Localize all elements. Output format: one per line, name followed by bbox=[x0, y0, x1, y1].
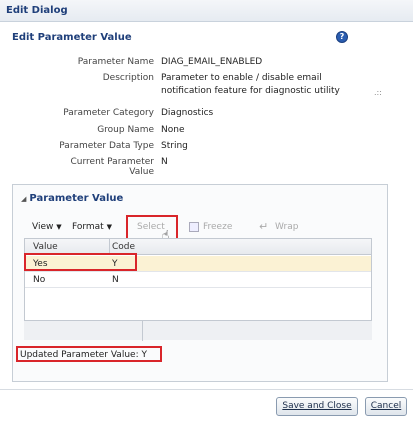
collapse-triangle-icon[interactable]: ◢ bbox=[21, 195, 26, 203]
table-footer bbox=[24, 320, 372, 341]
view-menu[interactable]: View ▼ bbox=[32, 222, 62, 232]
value-description: Parameter to enable / disable email noti… bbox=[161, 73, 340, 96]
resize-grip-icon[interactable]: .:: bbox=[374, 88, 382, 97]
wrap-icon: ↵ bbox=[259, 220, 269, 233]
format-menu-label: Format bbox=[72, 222, 104, 232]
label-parameter-category: Parameter Category bbox=[63, 108, 154, 118]
format-menu[interactable]: Format ▼ bbox=[72, 222, 112, 232]
cell-value: No bbox=[33, 275, 46, 285]
panel-title: Parameter Value bbox=[29, 193, 124, 204]
label-current-parameter-value: Current Parameter Value bbox=[70, 157, 155, 177]
selected-row-highlight-box bbox=[24, 253, 137, 271]
label-parameter-name: Parameter Name bbox=[77, 57, 154, 67]
chevron-down-icon: ▼ bbox=[56, 223, 62, 231]
view-menu-label: View bbox=[32, 222, 54, 232]
cell-code: N bbox=[112, 275, 119, 285]
freeze-button[interactable]: Freeze bbox=[203, 222, 232, 232]
column-header-value[interactable]: Value bbox=[33, 242, 58, 252]
value-current-parameter-value: N bbox=[161, 157, 168, 167]
chevron-down-icon: ▼ bbox=[106, 223, 112, 231]
save-and-close-button[interactable]: Save and Close bbox=[276, 397, 358, 416]
cancel-button[interactable]: Cancel bbox=[365, 397, 407, 416]
updated-parameter-value-label: Updated Parameter Value: bbox=[20, 350, 139, 360]
panel-header[interactable]: ◢ Parameter Value bbox=[21, 193, 123, 204]
dialog-title: Edit Dialog bbox=[0, 0, 413, 22]
value-parameter-category: Diagnostics bbox=[161, 108, 214, 118]
freeze-icon bbox=[189, 222, 199, 232]
column-header-code[interactable]: Code bbox=[112, 242, 135, 252]
footer-divider-line bbox=[0, 389, 413, 390]
footer-divider bbox=[142, 321, 143, 341]
label-description: Description bbox=[102, 73, 154, 83]
label-group-name: Group Name bbox=[97, 125, 154, 135]
updated-parameter-value-value: Y bbox=[141, 350, 147, 360]
table-row[interactable]: No N bbox=[25, 272, 371, 288]
value-parameter-data-type: String bbox=[161, 141, 188, 151]
updated-parameter-value: Updated Parameter Value: Y bbox=[16, 346, 162, 362]
value-parameter-name: DIAG_EMAIL_ENABLED bbox=[161, 57, 263, 67]
section-title: Edit Parameter Value bbox=[12, 32, 132, 43]
value-group-name: None bbox=[161, 125, 185, 135]
label-parameter-data-type: Parameter Data Type bbox=[59, 141, 154, 151]
question-mark-icon[interactable]: ? bbox=[336, 31, 348, 43]
wrap-button[interactable]: Wrap bbox=[275, 222, 298, 232]
